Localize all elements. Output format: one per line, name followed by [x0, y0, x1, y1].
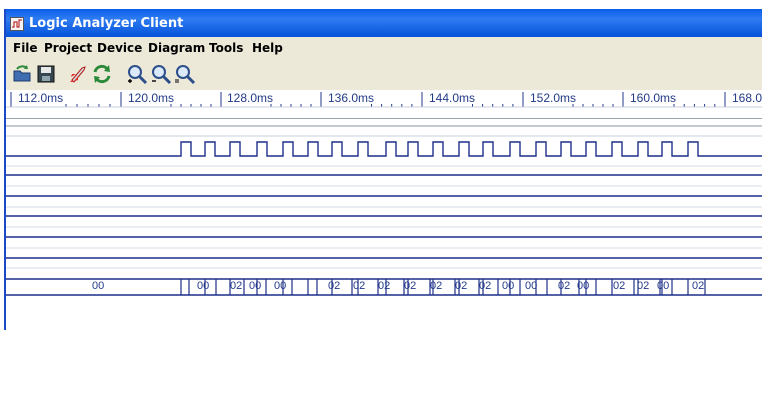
bus-value-label: 02	[328, 280, 341, 292]
run-rocket-icon	[70, 66, 86, 83]
menu-project[interactable]: Project	[44, 41, 92, 55]
bus-value-label: 00	[657, 280, 670, 292]
bus-value-label: 00	[502, 280, 515, 292]
run-button[interactable]	[67, 63, 89, 85]
app-icon	[10, 16, 24, 31]
ruler-label: 136.0ms	[328, 91, 375, 105]
ruler-label: 152.0ms	[530, 91, 577, 105]
zoom-fit-icon	[175, 65, 196, 85]
zoom-in-icon	[128, 65, 148, 85]
bus-value-label: 00	[525, 280, 538, 292]
title-bar[interactable]: Logic Analyzer Client	[6, 9, 762, 37]
bus-value-label: 02	[378, 280, 391, 292]
app-window: Logic Analyzer Client File Project Devic…	[6, 9, 762, 330]
bus-value-label: 02	[353, 280, 366, 292]
window-title: Logic Analyzer Client	[29, 16, 184, 31]
bus-value-label: 02	[479, 280, 492, 292]
signal-waveforms	[6, 125, 762, 296]
bus-value-label: 00	[274, 280, 287, 292]
zoom-fit-button[interactable]	[174, 63, 196, 85]
bus-value-label: 00	[92, 280, 105, 292]
ruler-label: 160.0ms	[630, 91, 677, 105]
open-button[interactable]	[11, 63, 33, 85]
zoom-in-button[interactable]	[126, 63, 148, 85]
bus-value-label: 02	[558, 280, 571, 292]
menu-tools[interactable]: Tools	[209, 41, 243, 55]
menu-bar: File Project Device Diagram Tools Help	[6, 37, 762, 59]
bus-value-label: 00	[197, 280, 210, 292]
zoom-out-button[interactable]	[150, 63, 172, 85]
bus-value-label: 02	[430, 280, 443, 292]
bus-value-label: 02	[455, 280, 468, 292]
toolbar	[6, 59, 762, 90]
bus-value-label: 02	[230, 280, 243, 292]
refresh-icon	[93, 64, 111, 84]
ruler-label: 128.0ms	[227, 91, 274, 105]
bus-value-label: 02	[637, 280, 650, 292]
clock-signal-trace	[6, 141, 762, 157]
ruler-label: 112.0ms	[18, 91, 64, 105]
time-ruler[interactable]: 112.0ms 120.0ms 128.0ms 136.0ms 144.0ms …	[6, 90, 762, 119]
save-button[interactable]	[35, 63, 57, 85]
menu-device[interactable]: Device	[97, 41, 142, 55]
menu-file[interactable]: File	[13, 41, 38, 55]
ruler-label: 168.0	[732, 91, 762, 105]
open-icon	[13, 65, 31, 82]
refresh-button[interactable]	[91, 63, 113, 85]
bus-value-label: 00	[249, 280, 262, 292]
bus-value-label: 02	[404, 280, 417, 292]
signal-diagram[interactable]: 00 00 02 00 00 02 02 02 02 02 02 02 00 00 02 00 02 02 00 02	[6, 119, 762, 330]
bus-value-label: 02	[692, 280, 705, 292]
bus-value-label: 00	[577, 280, 590, 292]
ruler-label: 120.0ms	[128, 91, 175, 105]
menu-diagram[interactable]: Diagram	[148, 41, 205, 55]
save-icon	[37, 65, 55, 83]
zoom-out-icon	[152, 65, 172, 85]
menu-help[interactable]: Help	[252, 41, 283, 55]
ruler-label: 144.0ms	[429, 91, 476, 105]
bus-value-label: 02	[613, 280, 626, 292]
